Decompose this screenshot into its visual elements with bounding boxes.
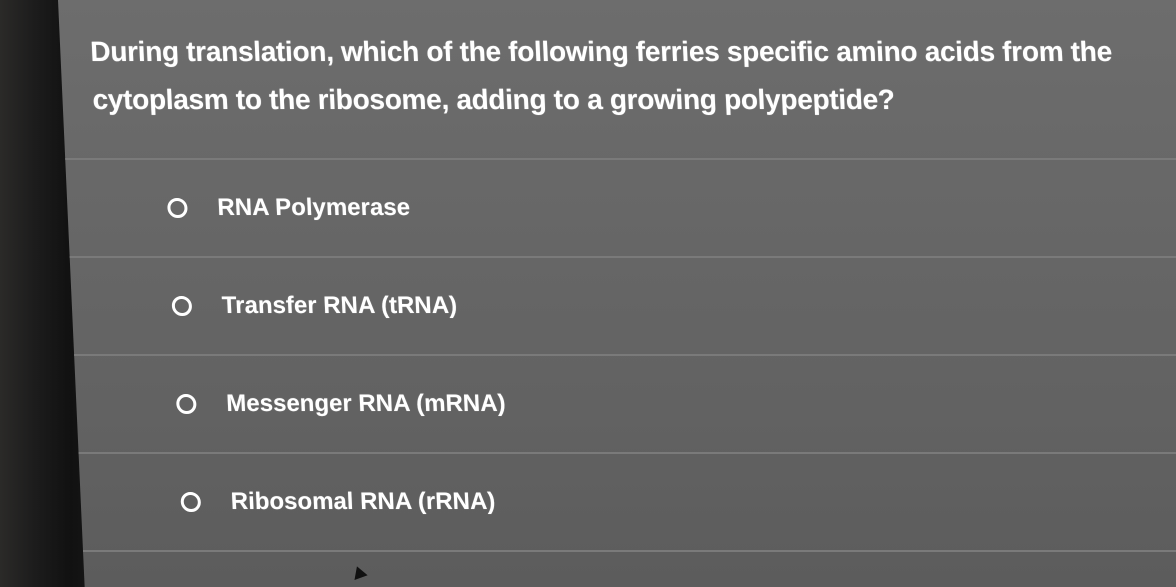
radio-unselected-icon[interactable] <box>171 296 193 316</box>
answer-option-label: Ribosomal RNA (rRNA) <box>230 488 496 515</box>
question-line-2: cytoplasm to the ribosome, adding to a g… <box>91 84 896 115</box>
answer-option-rna-polymerase[interactable]: RNA Polymerase <box>65 158 1176 256</box>
radio-unselected-icon[interactable] <box>175 394 197 414</box>
answer-options: RNA Polymerase Transfer RNA (tRNA) Messe… <box>65 158 1176 552</box>
question-line-1: During translation, which of the followi… <box>89 36 1113 67</box>
question-text: During translation, which of the followi… <box>89 28 1153 124</box>
answer-option-label: Messenger RNA (mRNA) <box>225 390 507 417</box>
answer-option-rrna[interactable]: Ribosomal RNA (rRNA) <box>78 452 1176 552</box>
answer-option-label: RNA Polymerase <box>216 194 411 221</box>
answer-option-label: Transfer RNA (tRNA) <box>221 292 458 319</box>
quiz-screen: During translation, which of the followi… <box>58 0 1176 587</box>
answer-option-mrna[interactable]: Messenger RNA (mRNA) <box>74 354 1176 452</box>
radio-unselected-icon[interactable] <box>180 492 202 512</box>
radio-unselected-icon[interactable] <box>166 198 188 218</box>
answer-option-trna[interactable]: Transfer RNA (tRNA) <box>69 256 1176 354</box>
